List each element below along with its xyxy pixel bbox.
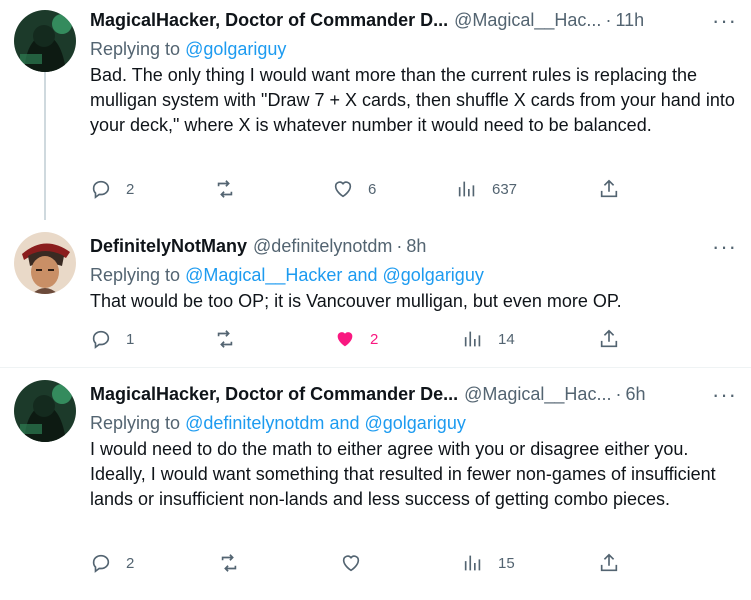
like-icon xyxy=(337,332,353,347)
avatar[interactable] xyxy=(14,10,76,72)
views-count: 14 xyxy=(498,330,515,348)
retweet-button[interactable] xyxy=(214,178,250,200)
like-button[interactable]: 2 xyxy=(334,328,378,350)
thread-line xyxy=(44,70,46,220)
retweet-icon xyxy=(217,330,233,348)
reply-button[interactable]: 2 xyxy=(90,178,134,200)
reply-button[interactable]: 1 xyxy=(90,328,134,350)
more-icon[interactable]: ··· xyxy=(712,8,737,34)
like-count: 6 xyxy=(368,180,377,198)
share-icon xyxy=(600,553,618,572)
replying-and: and xyxy=(329,413,360,433)
separator-dot: · xyxy=(605,9,612,30)
tweet-actions: 1 2 14 xyxy=(90,328,630,352)
share-button[interactable] xyxy=(598,328,620,350)
views-button[interactable]: 14 xyxy=(462,328,515,350)
share-icon xyxy=(600,329,618,348)
tweet-1[interactable]: MagicalHacker, Doctor of Commander D... … xyxy=(0,0,751,220)
replying-to: Replying to @definitelynotdm and @golgar… xyxy=(90,411,737,435)
timestamp[interactable]: 8h xyxy=(406,236,426,257)
views-count: 15 xyxy=(498,554,515,572)
retweet-button[interactable] xyxy=(214,328,250,350)
replying-to: Replying to @Magical__Hacker and @golgar… xyxy=(90,263,737,287)
reply-count: 2 xyxy=(126,180,135,198)
reply-button[interactable]: 2 xyxy=(90,552,134,574)
reply-count: 1 xyxy=(126,330,135,348)
more-icon[interactable]: ··· xyxy=(712,234,737,260)
mention-link[interactable]: @golgariguy xyxy=(365,413,466,433)
tweet-actions: 2 15 xyxy=(90,552,630,576)
views-icon xyxy=(458,181,475,197)
replying-to: Replying to @golgariguy xyxy=(90,37,737,61)
tweet-3[interactable]: MagicalHacker, Doctor of Commander De...… xyxy=(0,368,751,600)
avatar[interactable] xyxy=(14,380,76,442)
tweet-actions: 2 6 637 xyxy=(90,178,630,202)
mention-link[interactable]: @definitelynotdm xyxy=(185,413,324,433)
separator-dot: · xyxy=(615,383,622,404)
reply-count: 2 xyxy=(126,554,135,572)
timestamp[interactable]: 11h xyxy=(615,10,644,31)
share-button[interactable] xyxy=(598,178,620,200)
share-button[interactable] xyxy=(598,552,620,574)
like-icon xyxy=(334,181,352,198)
mention-link[interactable]: @Magical__Hacker xyxy=(185,265,342,285)
mention-link[interactable]: @golgariguy xyxy=(185,39,286,59)
mention-link[interactable]: @golgariguy xyxy=(383,265,484,285)
author-handle[interactable]: @definitelynotdm xyxy=(253,236,392,257)
retweet-icon xyxy=(217,180,233,198)
replying-prefix: Replying to xyxy=(90,265,181,285)
reply-icon xyxy=(92,554,110,573)
tweet-2[interactable]: DefinitelyNotMany @definitelynotdm · 8h … xyxy=(0,220,751,368)
author-name[interactable]: MagicalHacker, Doctor of Commander De... xyxy=(90,384,458,405)
timestamp[interactable]: 6h xyxy=(625,384,645,405)
like-button[interactable]: 6 xyxy=(332,178,376,200)
reply-icon xyxy=(92,330,110,349)
like-button[interactable] xyxy=(340,552,376,574)
views-button[interactable]: 15 xyxy=(462,552,515,574)
author-name[interactable]: MagicalHacker, Doctor of Commander D... xyxy=(90,10,448,31)
tweet-thread: MagicalHacker, Doctor of Commander D... … xyxy=(0,0,751,600)
views-icon xyxy=(464,331,481,347)
retweet-button[interactable] xyxy=(218,552,254,574)
replying-prefix: Replying to xyxy=(90,413,181,433)
replying-prefix: Replying to xyxy=(90,39,181,59)
separator-dot: · xyxy=(396,235,403,256)
views-icon xyxy=(464,555,481,571)
retweet-icon xyxy=(221,554,237,572)
views-button[interactable]: 637 xyxy=(456,178,517,200)
views-count: 637 xyxy=(492,180,518,198)
like-count: 2 xyxy=(370,330,379,348)
tweet-text: That would be too OP; it is Vancouver mu… xyxy=(90,291,622,311)
author-handle[interactable]: @Magical__Hac... xyxy=(454,10,601,31)
reply-icon xyxy=(92,180,110,199)
avatar[interactable] xyxy=(14,232,76,294)
tweet-text: I would need to do the math to either ag… xyxy=(90,439,716,509)
author-name[interactable]: DefinitelyNotMany xyxy=(90,236,247,257)
tweet-text: Bad. The only thing I would want more th… xyxy=(90,65,735,135)
share-icon xyxy=(600,179,618,198)
replying-and: and xyxy=(347,265,378,285)
author-handle[interactable]: @Magical__Hac... xyxy=(464,384,611,405)
like-icon xyxy=(342,555,360,572)
more-icon[interactable]: ··· xyxy=(712,382,737,408)
